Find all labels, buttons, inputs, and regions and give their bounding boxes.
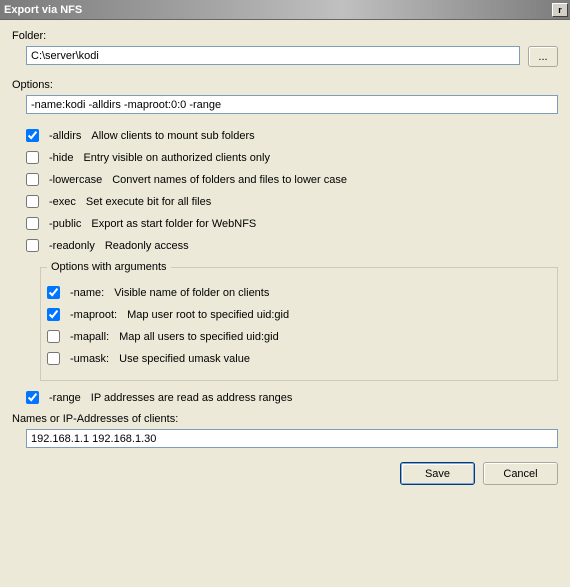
mapall-desc: Map all users to specified uid:gid bbox=[119, 331, 279, 343]
browse-button[interactable]: ... bbox=[528, 46, 558, 67]
range-checkbox[interactable] bbox=[26, 391, 39, 404]
options-with-arguments-group: Options with arguments -name: Visible nam… bbox=[40, 261, 558, 381]
public-row: -public Export as start folder for WebNFS bbox=[26, 217, 558, 230]
exec-checkbox[interactable] bbox=[26, 195, 39, 208]
save-button[interactable]: Save bbox=[400, 462, 475, 485]
cancel-button[interactable]: Cancel bbox=[483, 462, 558, 485]
hide-desc: Entry visible on authorized clients only bbox=[83, 152, 269, 164]
maproot-checkbox[interactable] bbox=[47, 308, 60, 321]
lowercase-row: -lowercase Convert names of folders and f… bbox=[26, 173, 558, 186]
range-desc: IP addresses are read as address ranges bbox=[91, 392, 293, 404]
name-flag: -name: bbox=[70, 287, 104, 299]
hide-flag: -hide bbox=[49, 152, 73, 164]
maproot-row: -maproot: Map user root to specified uid:… bbox=[47, 308, 551, 321]
maproot-desc: Map user root to specified uid:gid bbox=[127, 309, 289, 321]
name-checkbox[interactable] bbox=[47, 286, 60, 299]
dialog-content: Folder: ... Options: -alldirs Allow clien… bbox=[0, 20, 570, 497]
alldirs-row: -alldirs Allow clients to mount sub folde… bbox=[26, 129, 558, 142]
maproot-flag: -maproot: bbox=[70, 309, 117, 321]
window-title: Export via NFS bbox=[4, 4, 82, 16]
umask-desc: Use specified umask value bbox=[119, 353, 250, 365]
public-flag: -public bbox=[49, 218, 81, 230]
close-icon[interactable]: r bbox=[552, 3, 568, 17]
umask-checkbox[interactable] bbox=[47, 352, 60, 365]
hide-checkbox[interactable] bbox=[26, 151, 39, 164]
exec-desc: Set execute bit for all files bbox=[86, 196, 211, 208]
lowercase-flag: -lowercase bbox=[49, 174, 102, 186]
readonly-row: -readonly Readonly access bbox=[26, 239, 558, 252]
options-input[interactable] bbox=[26, 95, 558, 114]
lowercase-desc: Convert names of folders and files to lo… bbox=[112, 174, 347, 186]
alldirs-desc: Allow clients to mount sub folders bbox=[91, 130, 254, 142]
alldirs-flag: -alldirs bbox=[49, 130, 81, 142]
folder-input[interactable] bbox=[26, 46, 520, 65]
options-label: Options: bbox=[12, 79, 558, 91]
readonly-checkbox[interactable] bbox=[26, 239, 39, 252]
name-row: -name: Visible name of folder on clients bbox=[47, 286, 551, 299]
title-bar: Export via NFS r bbox=[0, 0, 570, 20]
mapall-row: -mapall: Map all users to specified uid:g… bbox=[47, 330, 551, 343]
folder-label: Folder: bbox=[12, 30, 558, 42]
public-desc: Export as start folder for WebNFS bbox=[91, 218, 256, 230]
umask-flag: -umask: bbox=[70, 353, 109, 365]
mapall-checkbox[interactable] bbox=[47, 330, 60, 343]
exec-flag: -exec bbox=[49, 196, 76, 208]
mapall-flag: -mapall: bbox=[70, 331, 109, 343]
hide-row: -hide Entry visible on authorized clients… bbox=[26, 151, 558, 164]
alldirs-checkbox[interactable] bbox=[26, 129, 39, 142]
public-checkbox[interactable] bbox=[26, 217, 39, 230]
range-flag: -range bbox=[49, 392, 81, 404]
readonly-desc: Readonly access bbox=[105, 240, 189, 252]
options-with-arguments-legend: Options with arguments bbox=[47, 261, 171, 273]
clients-label: Names or IP-Addresses of clients: bbox=[12, 413, 558, 425]
umask-row: -umask: Use specified umask value bbox=[47, 352, 551, 365]
clients-input[interactable] bbox=[26, 429, 558, 448]
exec-row: -exec Set execute bit for all files bbox=[26, 195, 558, 208]
readonly-flag: -readonly bbox=[49, 240, 95, 252]
lowercase-checkbox[interactable] bbox=[26, 173, 39, 186]
name-desc: Visible name of folder on clients bbox=[114, 287, 269, 299]
